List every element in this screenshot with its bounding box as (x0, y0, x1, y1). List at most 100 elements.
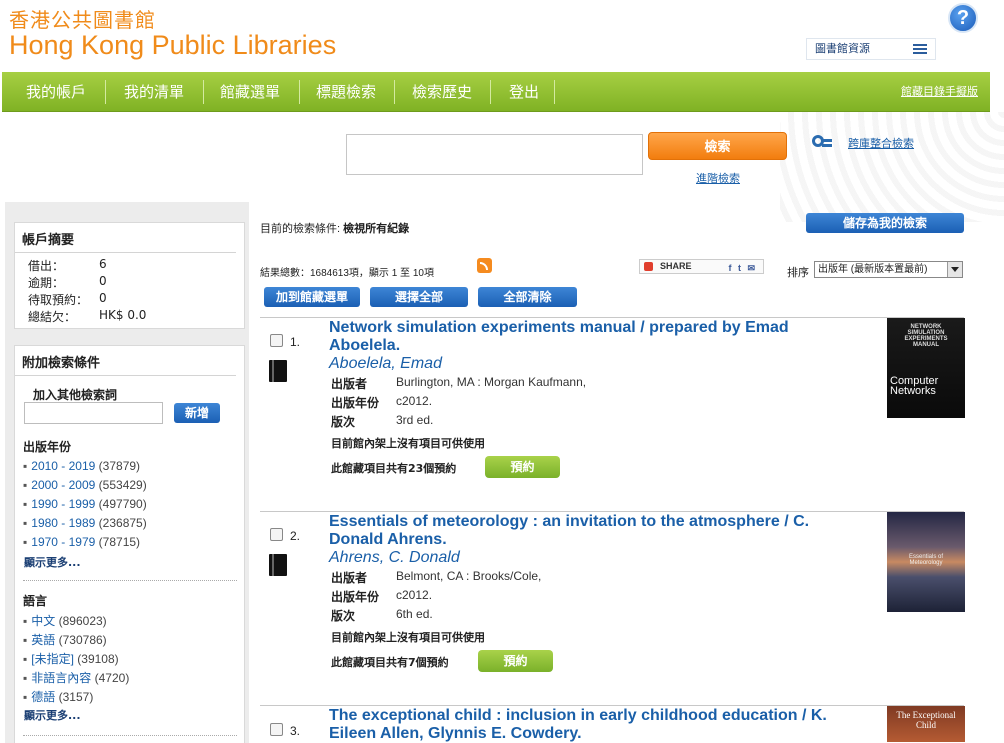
add-term-input[interactable] (24, 402, 163, 424)
facet-count: (4720) (94, 671, 130, 685)
facet-link[interactable]: 德語 (31, 690, 55, 704)
site-header: 香港公共圖書館 Hong Kong Public Libraries ? 圖書館… (0, 0, 1004, 70)
sort-select[interactable]: 出版年 (最新版本置最前) (814, 261, 963, 278)
publisher-value: Belmont, CA : Brooks/Cole, (396, 569, 542, 583)
reserve-button[interactable]: 預約 (485, 456, 560, 478)
edition-label: 版次 (331, 609, 356, 623)
catalogue-manual-link[interactable]: 館藏目錄手擬版 (901, 72, 978, 112)
add-term-button[interactable]: 新增 (174, 403, 220, 423)
facet-link[interactable]: 英語 (31, 633, 55, 647)
book-cover[interactable]: NETWORK SIMULATION EXPERIMENTS MANUAL Co… (887, 318, 965, 418)
facet-item[interactable]: ▪ 2000 - 2009 (553429) (23, 478, 147, 492)
main-nav: 我的帳戶 我的清單 館藏選單 標題檢索 檢索歷史 登出 館藏目錄手擬版 (2, 72, 990, 112)
search-input[interactable] (346, 134, 643, 175)
record-title-link[interactable]: Network simulation experiments manual / … (329, 319, 849, 355)
year-label: 出版年份 (331, 396, 380, 410)
record-author-link[interactable]: Ahrens, C. Donald (329, 549, 460, 567)
cover-title: NETWORK SIMULATION EXPERIMENTS MANUAL (904, 324, 948, 348)
facet-item[interactable]: ▪ 1990 - 1999 (497790) (23, 497, 147, 511)
facet-link[interactable]: 非語言內容 (31, 671, 91, 685)
facet-count: (896023) (58, 614, 107, 628)
nav-logout[interactable]: 登出 (494, 72, 554, 112)
facet-count: (730786) (58, 633, 107, 647)
rss-icon[interactable] (477, 258, 492, 273)
facet-link[interactable]: 1990 - 1999 (31, 497, 95, 511)
nav-separator (490, 80, 491, 104)
results-total: 結果總數：1684613項，顯示 1 至 10項 (260, 268, 434, 279)
reserve-button[interactable]: 預約 (478, 650, 553, 672)
add-term-label: 加入其他檢索詞 (33, 388, 118, 402)
advanced-search-link[interactable]: 進階檢索 (696, 170, 740, 186)
save-search-button[interactable]: 儲存為我的檢索 (806, 213, 964, 233)
account-row-value: HK$ 0.0 (99, 308, 147, 322)
cover-title: Essentials of Meteorology (908, 554, 944, 566)
facet-item[interactable]: ▪ 2010 - 2019 (37879) (23, 459, 140, 473)
select-all-button[interactable]: 選擇全部 (370, 287, 468, 307)
account-summary-title: 帳戶摘要 (15, 223, 236, 253)
nav-bookbag[interactable]: 館藏選單 (206, 72, 294, 112)
chevron-down-icon (947, 262, 962, 277)
facet-item[interactable]: ▪ [未指定] (39108) (23, 650, 119, 667)
add-to-bookbag-button[interactable]: 加到館藏選單 (264, 287, 360, 307)
holds-count: 此館藏項目共有7個預約 (331, 656, 449, 669)
record-number: 2. (290, 529, 301, 543)
book-icon (269, 360, 287, 382)
book-cover[interactable]: The Exceptional Child (887, 706, 965, 742)
facet-item[interactable]: ▪ 1970 - 1979 (78715) (23, 535, 140, 549)
record-author-link[interactable]: Aboelela, Emad (329, 355, 442, 373)
divider (23, 735, 237, 736)
facet-link[interactable]: 2010 - 2019 (31, 459, 95, 473)
account-row-label: 待取預約： (28, 293, 89, 307)
facet-item[interactable]: ▪ 1980 - 1989 (236875) (23, 516, 147, 530)
record-checkbox[interactable] (270, 723, 283, 736)
facet-link[interactable]: 1970 - 1979 (31, 535, 95, 549)
publisher-value: Burlington, MA : Morgan Kaufmann, (396, 375, 587, 389)
help-icon[interactable]: ? (948, 3, 978, 33)
decorative-pattern (780, 112, 1004, 222)
facet-link[interactable]: [未指定] (31, 652, 74, 666)
facet-item[interactable]: ▪ 英語 (730786) (23, 631, 107, 648)
share-button[interactable]: SHARE f t ✉ (639, 259, 764, 274)
facet-link[interactable]: 1980 - 1989 (31, 516, 95, 530)
facet-item[interactable]: ▪ 德語 (3157) (23, 688, 93, 705)
cover-title: The Exceptional Child (896, 710, 956, 730)
pub-year-more-link[interactable]: 顯示更多... (24, 554, 81, 570)
edition-value: 6th ed. (396, 607, 433, 621)
facet-item[interactable]: ▪ 中文 (896023) (23, 612, 107, 629)
search-criteria: 目前的檢索條件: 檢視所有紀錄 (260, 220, 409, 236)
result-record: 1. Network simulation experiments manual… (260, 318, 970, 508)
federated-search-icon[interactable] (812, 131, 834, 149)
book-cover[interactable]: Essentials of Meteorology (887, 512, 965, 612)
nav-my-account[interactable]: 我的帳戶 (12, 72, 100, 112)
record-number: 1. (290, 335, 301, 349)
sort-value: 出版年 (最新版本置最前) (818, 264, 928, 275)
record-title-link[interactable]: Essentials of meteorology : an invitatio… (329, 513, 849, 549)
federated-search-link[interactable]: 跨庫整合檢索 (848, 135, 914, 151)
record-checkbox[interactable] (270, 334, 283, 347)
facet-count: (236875) (98, 516, 147, 530)
nav-search-history[interactable]: 檢索歷史 (398, 72, 486, 112)
facet-item[interactable]: ▪ 非語言內容 (4720) (23, 669, 129, 686)
nav-title-search[interactable]: 標題檢索 (302, 72, 390, 112)
search-button[interactable]: 檢索 (648, 132, 787, 160)
year-label: 出版年份 (331, 590, 380, 604)
account-row-value: 0 (99, 291, 107, 305)
clear-all-button[interactable]: 全部清除 (478, 287, 577, 307)
account-row-label: 逾期： (28, 276, 65, 290)
logo-english[interactable]: Hong Kong Public Libraries (9, 30, 336, 61)
facet-link[interactable]: 中文 (31, 614, 55, 628)
record-title-link[interactable]: The exceptional child : inclusion in ear… (329, 707, 849, 743)
facet-link[interactable]: 2000 - 2009 (31, 478, 95, 492)
nav-my-lists[interactable]: 我的清單 (110, 72, 198, 112)
record-checkbox[interactable] (270, 528, 283, 541)
account-row-value: 6 (99, 257, 107, 271)
share-label: SHARE (660, 261, 692, 271)
nav-separator (105, 80, 106, 104)
logo-chinese[interactable]: 香港公共圖書館 (9, 4, 156, 33)
refine-search-title: 附加檢索條件 (15, 346, 236, 376)
account-row-label: 借出： (28, 259, 65, 273)
facet-count: (39108) (77, 652, 119, 666)
account-row: 借出： 6 (15, 257, 244, 274)
library-resources-dropdown[interactable]: 圖書館資源 (806, 38, 936, 60)
language-more-link[interactable]: 顯示更多... (24, 707, 81, 723)
